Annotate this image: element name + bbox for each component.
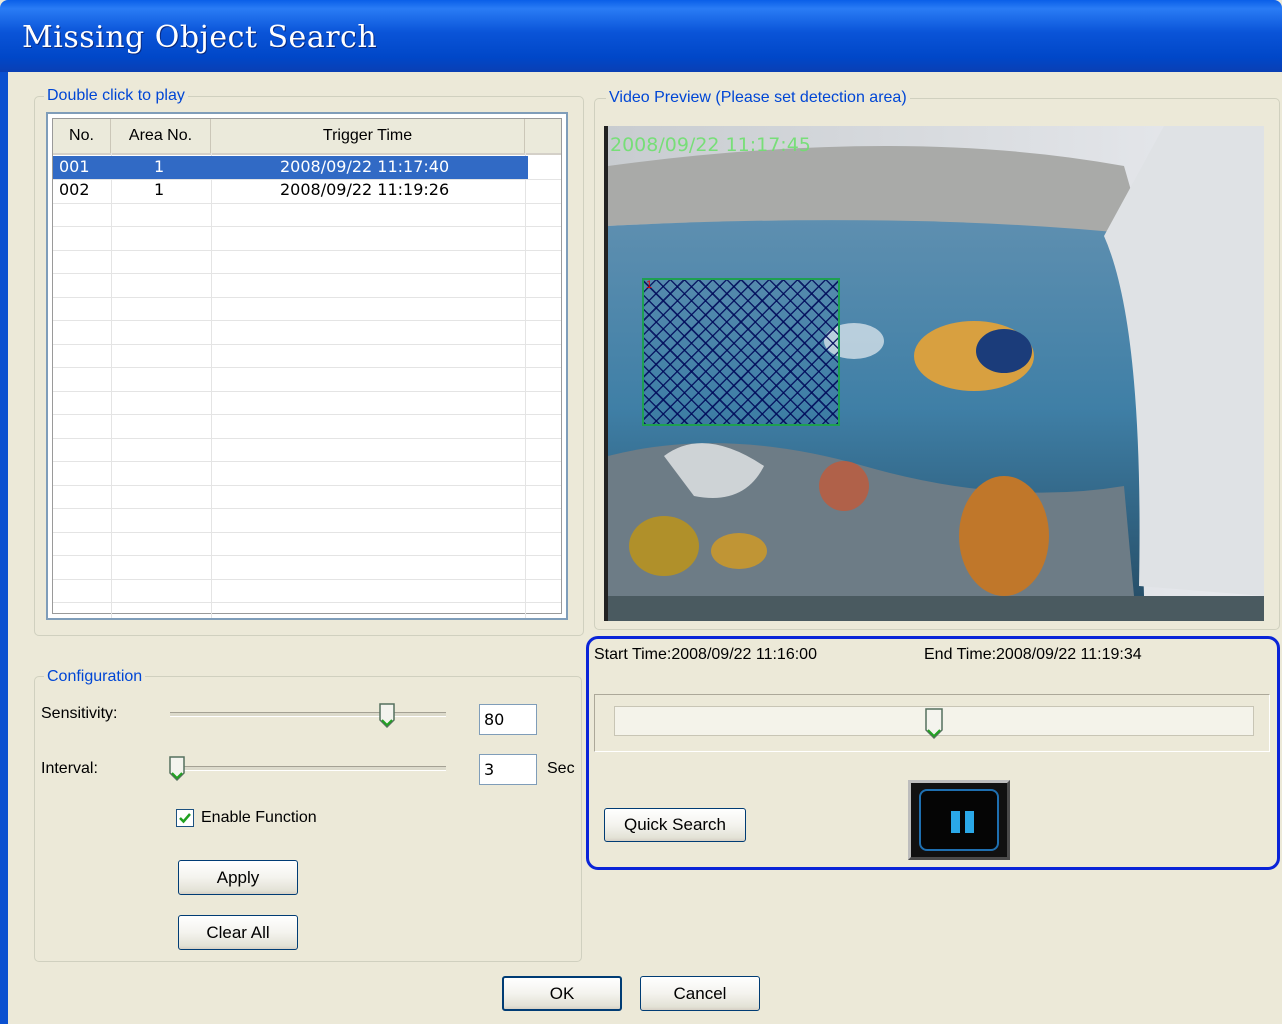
sensitivity-input[interactable]	[479, 704, 537, 735]
list-gridline	[53, 250, 561, 251]
list-gridline	[53, 203, 561, 204]
column-header-no[interactable]: No.	[53, 119, 111, 153]
quick-search-button[interactable]: Quick Search	[604, 808, 746, 842]
row-area: 1	[154, 180, 165, 199]
list-gridline	[111, 153, 112, 618]
list-gridline	[53, 273, 561, 274]
pause-icon	[951, 811, 974, 833]
list-gridline	[53, 485, 561, 486]
list-gridline	[53, 532, 561, 533]
start-time-label: Start Time:2008/09/22 11:16:00	[594, 646, 817, 663]
detection-area-number: 1	[646, 279, 653, 291]
list-row[interactable]: 002 1 2008/09/22 11:19:26	[53, 179, 528, 202]
video-timestamp: 2008/09/22 11:17:45	[610, 134, 811, 156]
list-gridline	[211, 153, 212, 618]
video-group-legend: Video Preview (Please set detection area…	[606, 89, 910, 107]
list-gridline	[53, 367, 561, 368]
checkmark-icon	[179, 813, 191, 824]
sensitivity-label: Sensitivity:	[41, 705, 118, 722]
interval-slider[interactable]	[170, 766, 446, 771]
window-title: Missing Object Search	[22, 20, 378, 55]
list-gridline	[53, 344, 561, 345]
detection-area[interactable]: 1	[642, 278, 840, 426]
timeline-thumb[interactable]	[924, 708, 944, 745]
row-time: 2008/09/22 11:17:40	[280, 157, 450, 176]
row-area: 1	[154, 157, 165, 176]
window-frame-left	[0, 72, 8, 1024]
event-list[interactable]: No. Area No. Trigger Time 001 1 2008/09/…	[46, 112, 568, 620]
list-group-legend: Double click to play	[44, 87, 188, 105]
interval-thumb[interactable]	[168, 756, 186, 787]
enable-function-checkbox[interactable]	[176, 809, 194, 827]
list-gridline	[53, 438, 561, 439]
list-gridline	[53, 602, 561, 603]
pause-button[interactable]	[908, 780, 1010, 860]
ok-button[interactable]: OK	[502, 976, 622, 1011]
list-gridline	[525, 153, 526, 618]
row-time: 2008/09/22 11:19:26	[280, 180, 450, 199]
clear-all-button[interactable]: Clear All	[178, 915, 298, 950]
list-row[interactable]: 001 1 2008/09/22 11:17:40	[53, 156, 528, 179]
list-header: No. Area No. Trigger Time	[53, 119, 561, 155]
sensitivity-slider[interactable]	[170, 712, 446, 717]
list-gridline	[53, 508, 561, 509]
list-gridline	[53, 391, 561, 392]
list-gridline	[53, 414, 561, 415]
apply-button[interactable]: Apply	[178, 860, 298, 895]
column-header-trigger-time[interactable]: Trigger Time	[211, 119, 525, 153]
column-header-area[interactable]: Area No.	[111, 119, 211, 153]
interval-label: Interval:	[41, 760, 98, 777]
enable-function-label[interactable]: Enable Function	[201, 809, 317, 827]
list-gridline	[53, 320, 561, 321]
row-no: 002	[59, 180, 90, 199]
list-gridline	[53, 555, 561, 556]
end-time-label: End Time:2008/09/22 11:19:34	[924, 646, 1142, 663]
config-group-legend: Configuration	[44, 668, 146, 686]
sensitivity-thumb[interactable]	[378, 703, 396, 734]
list-gridline	[53, 461, 561, 462]
list-gridline	[53, 579, 561, 580]
interval-unit-label: Sec	[547, 760, 575, 777]
cancel-button[interactable]: Cancel	[640, 976, 760, 1011]
list-gridline	[53, 297, 561, 298]
interval-input[interactable]	[479, 754, 537, 785]
row-no: 001	[59, 157, 90, 176]
list-gridline	[53, 226, 561, 227]
